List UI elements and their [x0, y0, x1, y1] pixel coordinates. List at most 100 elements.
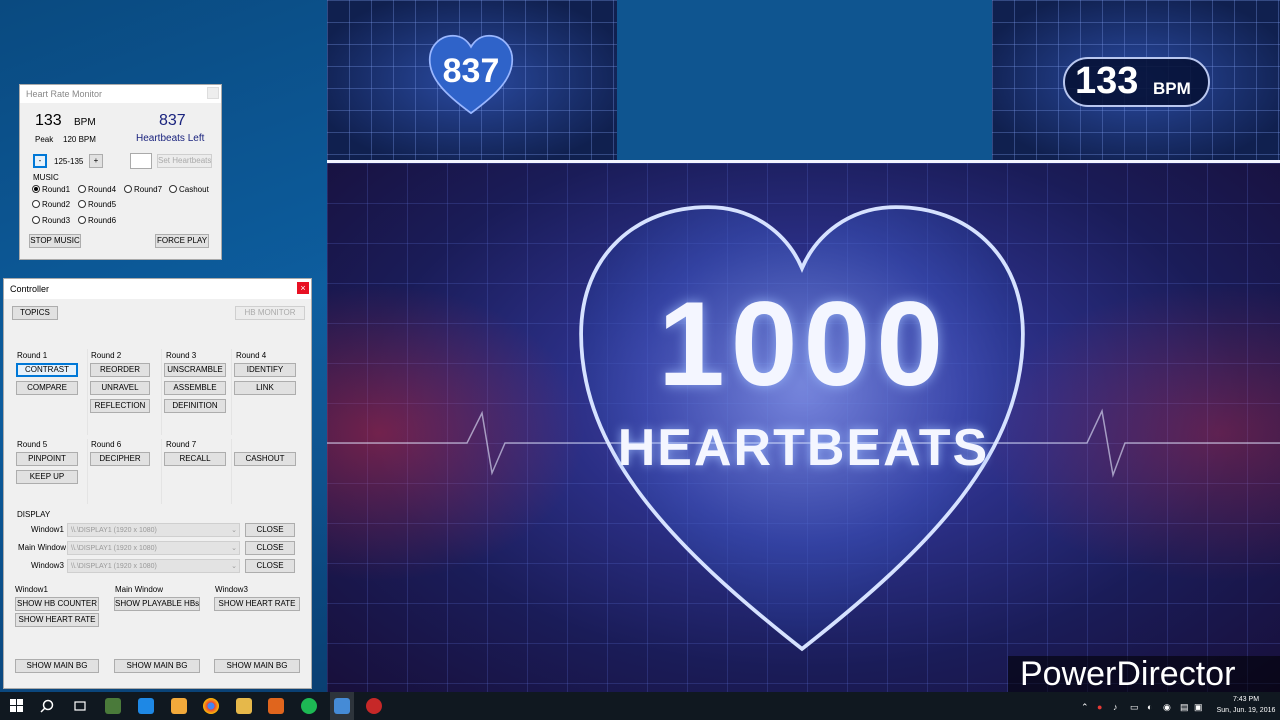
- reflection-button[interactable]: REFLECTION: [90, 399, 150, 413]
- round-2-label: Round 2: [91, 351, 122, 360]
- radio-round4[interactable]: Round4: [78, 185, 116, 194]
- hrm-bpm-value: 133: [35, 112, 62, 129]
- tray-app-icon[interactable]: ●: [1097, 702, 1102, 712]
- close-window1-button[interactable]: CLOSE: [245, 523, 295, 537]
- clock-time: 7:43 PM: [1232, 696, 1260, 703]
- controller-title: Controller: [4, 279, 311, 299]
- definition-button[interactable]: DEFINITION: [164, 399, 226, 413]
- radio-round5[interactable]: Round5: [78, 200, 116, 209]
- radio-cashout[interactable]: Cashout: [169, 185, 209, 194]
- show-main-bg-window1-button[interactable]: SHOW MAIN BG: [15, 659, 99, 673]
- hrm-title: Heart Rate Monitor: [20, 85, 221, 103]
- recall-button[interactable]: RECALL: [164, 452, 226, 466]
- display-window1-label: Window1: [31, 525, 64, 534]
- range-decrease-button[interactable]: -: [33, 154, 47, 168]
- compare-button[interactable]: COMPARE: [16, 381, 78, 395]
- chevron-down-icon: ⌄: [231, 527, 237, 534]
- chevron-up-icon[interactable]: ⌃: [1081, 702, 1089, 713]
- windows-start-icon[interactable]: [10, 699, 23, 712]
- app-icon[interactable]: [171, 698, 187, 714]
- spotify-icon[interactable]: [301, 698, 317, 714]
- identify-button[interactable]: IDENTIFY: [234, 363, 296, 377]
- column-divider: [231, 439, 232, 504]
- radio-round7[interactable]: Round7: [124, 185, 162, 194]
- radio-round3[interactable]: Round3: [32, 216, 70, 225]
- show-hb-counter-button[interactable]: SHOW HB COUNTER: [15, 597, 99, 611]
- logo-title-word: HEARTBEATS: [617, 419, 990, 477]
- keep-up-button[interactable]: KEEP UP: [16, 470, 78, 484]
- unscramble-button[interactable]: UNSCRAMBLE: [164, 363, 226, 377]
- heartbeats-left-display: 837: [442, 52, 500, 90]
- unravel-button[interactable]: UNRAVEL: [90, 381, 150, 395]
- bpm-unit: BPM: [1153, 79, 1191, 98]
- edge-icon[interactable]: [138, 698, 154, 714]
- assemble-button[interactable]: ASSEMBLE: [164, 381, 226, 395]
- chevron-down-icon: ⌄: [231, 563, 237, 570]
- notification-icon[interactable]: ▣: [1194, 702, 1203, 713]
- show-main-bg-main-window-button[interactable]: SHOW MAIN BG: [114, 659, 200, 673]
- round-7-label: Round 7: [166, 440, 197, 449]
- display-window3-select[interactable]: \\.\DISPLAY1 (1920 x 1080) ⌄: [67, 559, 240, 573]
- round-3-label: Round 3: [166, 351, 197, 360]
- media-player-icon[interactable]: [268, 698, 284, 714]
- column-divider: [87, 439, 88, 504]
- column-divider: [161, 349, 162, 435]
- heartbeats-input[interactable]: [130, 153, 152, 169]
- radio-round6[interactable]: Round6: [78, 216, 116, 225]
- round-1-label: Round 1: [17, 351, 48, 360]
- round-5-label: Round 5: [17, 440, 48, 449]
- desktop-gap: [617, 0, 992, 160]
- cashout-button[interactable]: CASHOUT: [234, 452, 296, 466]
- music-label: MUSIC: [33, 173, 59, 182]
- tray-app-icon[interactable]: ◉: [1163, 702, 1171, 713]
- show-heart-rate-window3-button[interactable]: SHOW HEART RATE: [214, 597, 300, 611]
- app-icon[interactable]: [105, 698, 121, 714]
- topics-button[interactable]: TOPICS: [12, 306, 58, 320]
- task-view-icon[interactable]: [73, 699, 87, 713]
- column-divider: [231, 349, 232, 435]
- radio-round2[interactable]: Round2: [32, 200, 70, 209]
- hrm-close-button[interactable]: [207, 87, 219, 99]
- taskbar-clock[interactable]: 7:43 PM Sun, Jun. 19, 2016: [1216, 694, 1276, 716]
- decipher-button[interactable]: DECIPHER: [90, 452, 150, 466]
- radio-round1[interactable]: Round1: [32, 185, 70, 194]
- network-icon[interactable]: ◐: [1147, 702, 1152, 712]
- chrome-icon[interactable]: [203, 698, 219, 714]
- display-label: DISPLAY: [17, 510, 51, 519]
- hb-monitor-button[interactable]: HB MONITOR: [235, 306, 305, 320]
- active-app-indicator: [330, 692, 354, 720]
- tray-app-icon[interactable]: ▭: [1130, 702, 1139, 713]
- display-window1-select[interactable]: \\.\DISPLAY1 (1920 x 1080) ⌄: [67, 523, 240, 537]
- force-play-button[interactable]: FORCE PLAY: [155, 234, 209, 248]
- hrm-peak-value: 120 BPM: [63, 135, 96, 144]
- display-main-window-select[interactable]: \\.\DISPLAY1 (1920 x 1080) ⌄: [67, 541, 240, 555]
- chevron-down-icon: ⌄: [231, 545, 237, 552]
- link-button[interactable]: LINK: [234, 381, 296, 395]
- hrm-heartbeats-value: 837: [159, 112, 186, 129]
- search-icon[interactable]: [40, 699, 54, 713]
- close-window3-button[interactable]: CLOSE: [245, 559, 295, 573]
- controller-close-button[interactable]: ×: [297, 282, 309, 294]
- set-heartbeats-button[interactable]: Set Heartbeats: [157, 154, 212, 168]
- watermark: PowerDirector: [1008, 656, 1280, 692]
- range-increase-button[interactable]: +: [89, 154, 103, 168]
- file-explorer-icon[interactable]: [236, 698, 252, 714]
- display-main-window-label: Main Window: [18, 543, 67, 552]
- controller-window: Controller × TOPICS HB MONITOR Round 1 R…: [3, 278, 312, 689]
- show-playable-hbs-button[interactable]: SHOW PLAYABLE HBs: [114, 597, 200, 611]
- tray-app-icon[interactable]: ▤: [1180, 702, 1189, 713]
- window1-column-label: Window1: [15, 585, 48, 594]
- hrm-heartbeats-label: Heartbeats Left: [136, 133, 205, 144]
- recorder-icon[interactable]: [366, 698, 382, 714]
- stop-music-button[interactable]: STOP MUSIC: [29, 234, 81, 248]
- pinpoint-button[interactable]: PINPOINT: [16, 452, 78, 466]
- contrast-button[interactable]: CONTRAST: [16, 363, 78, 377]
- volume-icon[interactable]: ♪: [1113, 702, 1118, 712]
- reorder-button[interactable]: REORDER: [90, 363, 150, 377]
- round-4-label: Round 4: [236, 351, 267, 360]
- clock-date: Sun, Jun. 19, 2016: [1216, 707, 1276, 714]
- show-main-bg-window3-button[interactable]: SHOW MAIN BG: [214, 659, 300, 673]
- show-heart-rate-window1-button[interactable]: SHOW HEART RATE: [15, 613, 99, 627]
- window3-column-label: Window3: [215, 585, 248, 594]
- close-main-window-button[interactable]: CLOSE: [245, 541, 295, 555]
